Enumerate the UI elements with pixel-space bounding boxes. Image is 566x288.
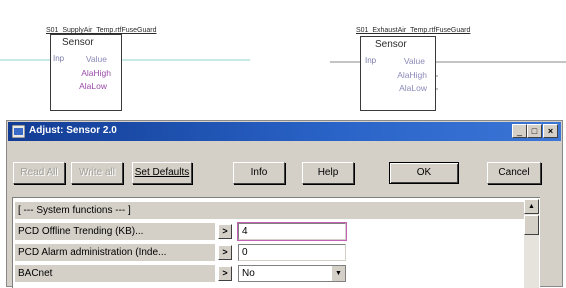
read-all-button[interactable]: Read All [13, 162, 65, 184]
property-label: BACnet [15, 265, 215, 282]
property-expand-button[interactable]: > [218, 266, 232, 281]
block-title-supply-air: S01_SupplyAir_Temp.rtfFuseGuard [46, 27, 157, 34]
block-output-alarm-high: AlaHigh [397, 70, 427, 80]
write-all-button[interactable]: Write all [71, 162, 123, 184]
property-expand-button[interactable]: > [218, 245, 232, 260]
property-row: PCD Offline Trending (KB)... > 4 [15, 222, 540, 241]
set-defaults-button[interactable]: Set Defaults [132, 162, 192, 184]
sensor-block-supply-air[interactable]: Sensor Inp Value AlaHigh AlaLow [50, 34, 122, 111]
scroll-up-icon[interactable]: ▲ [524, 199, 539, 214]
vertical-scrollbar[interactable]: ▲ [524, 199, 539, 288]
dialog-title-bar[interactable]: Adjust: Sensor 2.0 _ □ × [8, 122, 561, 141]
property-row: PCD Alarm administration (Inde... > 0 [15, 244, 540, 261]
block-output-alarm-high: AlaHigh [81, 68, 111, 78]
block-input-pin: Inp [53, 54, 65, 63]
cancel-button[interactable]: Cancel [487, 162, 541, 184]
property-label: PCD Offline Trending (KB)... [15, 223, 215, 240]
bacnet-select[interactable]: No ▼ [238, 265, 346, 282]
offline-trending-input[interactable]: 4 [237, 222, 347, 241]
ok-button[interactable]: OK [389, 162, 459, 184]
property-row: BACnet > No ▼ [15, 265, 540, 282]
app-icon [12, 125, 25, 138]
property-expand-button[interactable]: > [218, 224, 232, 239]
block-output-value: Value [403, 56, 425, 66]
sensor-block-exhaust-air[interactable]: Sensor Inp Value AlaHigh AlaLow [360, 36, 436, 111]
block-input-pin: Inp [365, 56, 377, 65]
info-button[interactable]: Info [233, 162, 285, 184]
property-grid: [ --- System functions --- ] PCD Offline… [12, 197, 540, 288]
block-title-exhaust-air: S01_ExhaustAir_Temp.rtfFuseGuard [356, 27, 471, 34]
block-output-alarm-low: AlaLow [399, 83, 427, 93]
block-name: Sensor [62, 37, 94, 48]
minimize-button[interactable]: _ [512, 124, 527, 138]
alarm-administration-input[interactable]: 0 [238, 244, 346, 261]
group-header-row: [ --- System functions --- ] [15, 202, 540, 219]
close-button[interactable]: × [543, 124, 558, 138]
block-name: Sensor [375, 39, 407, 50]
block-output-value: Value [85, 54, 107, 64]
dialog-title: Adjust: Sensor 2.0 [29, 125, 117, 136]
group-header: [ --- System functions --- ] [15, 202, 535, 219]
help-button[interactable]: Help [302, 162, 354, 184]
bacnet-select-value: No [242, 268, 255, 279]
property-label: PCD Alarm administration (Inde... [15, 244, 215, 261]
function-block-diagram: S01_SupplyAir_Temp.rtfFuseGuard Sensor I… [0, 0, 566, 120]
block-output-alarm-low: AlaLow [79, 81, 107, 91]
scrollbar-thumb[interactable] [524, 215, 539, 235]
maximize-button[interactable]: □ [527, 124, 542, 138]
adjust-dialog: Adjust: Sensor 2.0 _ □ × Read All Write … [6, 120, 563, 288]
chevron-down-icon[interactable]: ▼ [331, 266, 345, 281]
